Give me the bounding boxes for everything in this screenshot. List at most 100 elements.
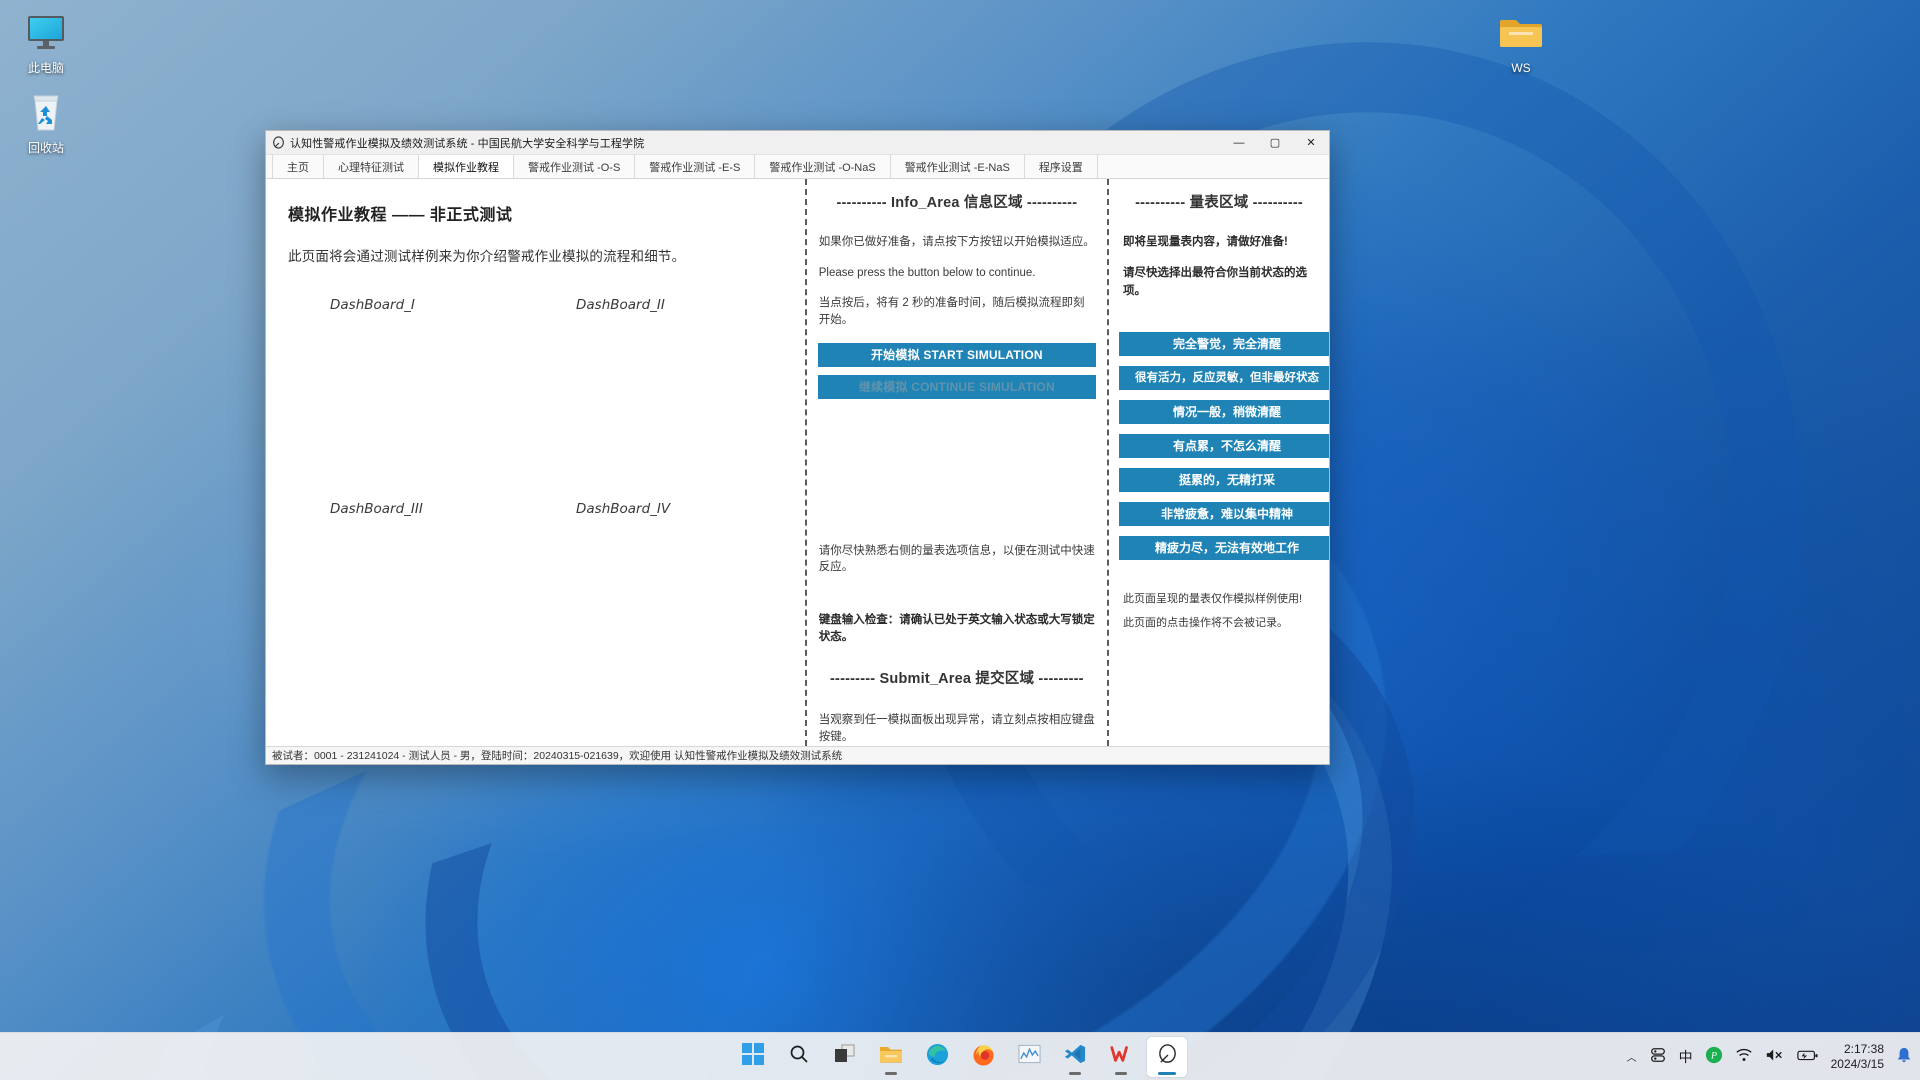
dashboard-label-4: DashBoard_IV [576,501,671,517]
desktop-icon-this-pc[interactable]: 此电脑 [3,6,89,76]
file-explorer-button[interactable] [871,1037,911,1077]
tutorial-panel: 模拟作业教程 —— 非正式测试 此页面将会通过测试样例来为你介绍警戒作业模拟的流… [266,179,805,746]
window-title: 认知性警戒作业模拟及绩效测试系统 - 中国民航大学安全科学与工程学院 [290,137,645,150]
vscode-icon [1064,1043,1086,1070]
dashboard-grid: DashBoard_I DashBoard_II DashBoard_III D… [288,283,779,543]
vscode-button[interactable] [1055,1037,1095,1077]
task-view-button[interactable] [825,1037,865,1077]
submit-instruction: 当观察到任一模拟面板出现异常，请立刻点按相应键盘按键。 [818,714,1095,744]
info-panel: ---------- Info_Area 信息区域 ---------- 如果你… [804,179,1109,746]
tab-vigilance-o-nas[interactable]: 警戒作业测试 -O-NaS [755,155,891,178]
running-indicator [885,1071,897,1075]
bell-icon[interactable] [1896,1046,1912,1067]
scale-note-2: 请尽快选择出最符合你当前状态的选项。 [1123,267,1307,297]
network-drive-icon[interactable] [1649,1046,1667,1067]
scale-option-6[interactable]: 非常疲惫，难以集中精神 [1119,501,1329,526]
start-simulation-button[interactable]: 开始模拟 START SIMULATION [817,342,1096,367]
system-tray: ︿ 中 P 2:17:38 2024/3/15 [1627,1042,1912,1072]
firefox-icon [972,1043,995,1071]
vigilance-app-button[interactable] [1147,1036,1187,1077]
scale-note-1: 即将呈现量表内容，请做好准备! [1123,236,1288,248]
scale-option-5[interactable]: 挺累的，无精打采 [1119,467,1329,492]
volume-muted-icon[interactable] [1765,1047,1785,1066]
scale-area-title: ---------- 量表区域 ---------- [1135,195,1303,211]
chart-icon [1017,1044,1041,1069]
app-logo-icon [266,136,290,149]
continue-simulation-button[interactable]: 继续模拟 CONTINUE SIMULATION [817,374,1096,399]
windows-logo-icon [742,1043,764,1070]
edge-browser-button[interactable] [917,1037,957,1077]
status-bar: 被试者：0001 - 231241024 - 测试人员 - 男，登陆时间：202… [266,746,1329,764]
close-button[interactable]: ✕ [1293,131,1329,155]
maximize-button[interactable]: ▢ [1257,131,1293,155]
desktop-icon-label: 回收站 [27,141,64,155]
recycle-bin-icon [3,86,89,138]
taskbar: ︿ 中 P 2:17:38 2024/3/15 [0,1032,1920,1080]
monitor-icon [3,6,89,58]
page-title: 模拟作业教程 —— 非正式测试 [288,207,513,224]
scale-option-4[interactable]: 有点累，不怎么清醒 [1119,433,1329,458]
panel-divider-left [804,179,807,746]
running-indicator [1158,1071,1176,1075]
desktop-icon-folder-ws[interactable]: WS [1478,6,1564,76]
tab-vigilance-e-nas[interactable]: 警戒作业测试 -E-NaS [890,155,1025,178]
desktop-icon-label: WS [1511,61,1531,75]
tab-bar: 主页 心理特征测试 模拟作业教程 警戒作业测试 -O-S 警戒作业测试 -E-S… [266,155,1329,179]
info-line-1: 如果你已做好准备，请点按下方按钮以开始模拟适应。 [818,236,1095,248]
task-view-icon [834,1044,856,1069]
info-line-2: Please press the button below to continu… [818,266,1036,279]
tray-overflow-button[interactable]: ︿ [1627,1049,1637,1064]
start-button[interactable] [733,1037,773,1077]
desktop-icon-label: 此电脑 [27,61,64,75]
scale-footer-note-2: 此页面的点击操作将不会被记录。 [1123,616,1288,629]
scale-panel: ---------- 量表区域 ---------- 即将呈现量表内容，请做好准… [1109,179,1329,746]
minimize-button[interactable]: — [1221,131,1257,155]
firefox-browser-button[interactable] [963,1037,1003,1077]
svg-text:P: P [1710,1051,1717,1062]
window-title-bar[interactable]: 认知性警戒作业模拟及绩效测试系统 - 中国民航大学安全科学与工程学院 — ▢ ✕ [266,131,1329,155]
tab-psych-traits[interactable]: 心理特征测试 [324,155,419,178]
status-bar-text: 被试者：0001 - 231241024 - 测试人员 - 男，登陆时间：202… [272,750,843,762]
scale-footer-note-1: 此页面呈现的量表仅作模拟样例使用! [1123,592,1303,605]
clock[interactable]: 2:17:38 2024/3/15 [1831,1042,1884,1072]
tab-vigilance-o-s[interactable]: 警戒作业测试 -O-S [514,155,636,178]
folder-icon [1478,6,1564,58]
ime-indicator[interactable]: 中 [1679,1047,1693,1067]
dashboard-label-2: DashBoard_II [576,297,665,313]
submit-area-title: --------- Submit_Area 提交区域 --------- [830,671,1084,688]
running-indicator [1115,1071,1127,1075]
battery-icon[interactable] [1796,1048,1819,1065]
folder-icon [879,1044,903,1070]
scale-option-1[interactable]: 完全警觉，完全清醒 [1119,331,1329,356]
clock-date: 2024/3/15 [1830,1056,1884,1071]
tab-home[interactable]: 主页 [272,155,324,178]
window-controls: — ▢ ✕ [1221,131,1329,155]
tab-program-settings[interactable]: 程序设置 [1024,155,1098,178]
wps-icon [1110,1044,1132,1069]
search-icon [789,1044,809,1069]
chart-app-button[interactable] [1009,1037,1049,1077]
dashboard-label-1: DashBoard_I [330,297,415,313]
keyboard-check-note: 键盘输入检查：请确认已处于英文输入状态或大写锁定状态。 [818,614,1095,643]
desktop-icon-recycle-bin[interactable]: 回收站 [3,86,89,156]
security-icon[interactable]: P [1705,1046,1723,1067]
tab-simulation-tutorial[interactable]: 模拟作业教程 [419,155,514,178]
info-line-3: 当点按后，将有 2 秒的准备时间，随后模拟流程即刻开始。 [818,297,1085,327]
search-button[interactable] [779,1037,819,1077]
scale-option-7[interactable]: 精疲力尽，无法有效地工作 [1119,535,1329,560]
wps-office-button[interactable] [1101,1037,1141,1077]
scale-option-3[interactable]: 情况一般，稍微清醒 [1119,399,1329,424]
window-content: 模拟作业教程 —— 非正式测试 此页面将会通过测试样例来为你介绍警戒作业模拟的流… [266,179,1329,746]
app-logo-icon [1157,1043,1178,1070]
scale-option-2[interactable]: 很有活力，反应灵敏，但非最好状态 [1119,365,1329,390]
edge-icon [926,1043,949,1071]
info-area-title: ---------- Info_Area 信息区域 ---------- [836,195,1078,211]
wifi-icon[interactable] [1735,1047,1753,1066]
taskbar-apps [733,1036,1187,1077]
desktop: 此电脑 回收站 WS 认知性警戒作业模拟及绩效测试系统 - 中国民航大学安全科学… [0,0,1920,1080]
info-scale-hint: 请你尽快熟悉右侧的量表选项信息，以便在测试中快速反应。 [818,544,1095,574]
tab-vigilance-e-s[interactable]: 警戒作业测试 -E-S [635,155,756,178]
application-window: 认知性警戒作业模拟及绩效测试系统 - 中国民航大学安全科学与工程学院 — ▢ ✕… [265,130,1330,765]
dashboard-label-3: DashBoard_III [330,501,423,517]
scale-options-list: 完全警觉，完全清醒 很有活力，反应灵敏，但非最好状态 情况一般，稍微清醒 有点累… [1119,331,1329,560]
